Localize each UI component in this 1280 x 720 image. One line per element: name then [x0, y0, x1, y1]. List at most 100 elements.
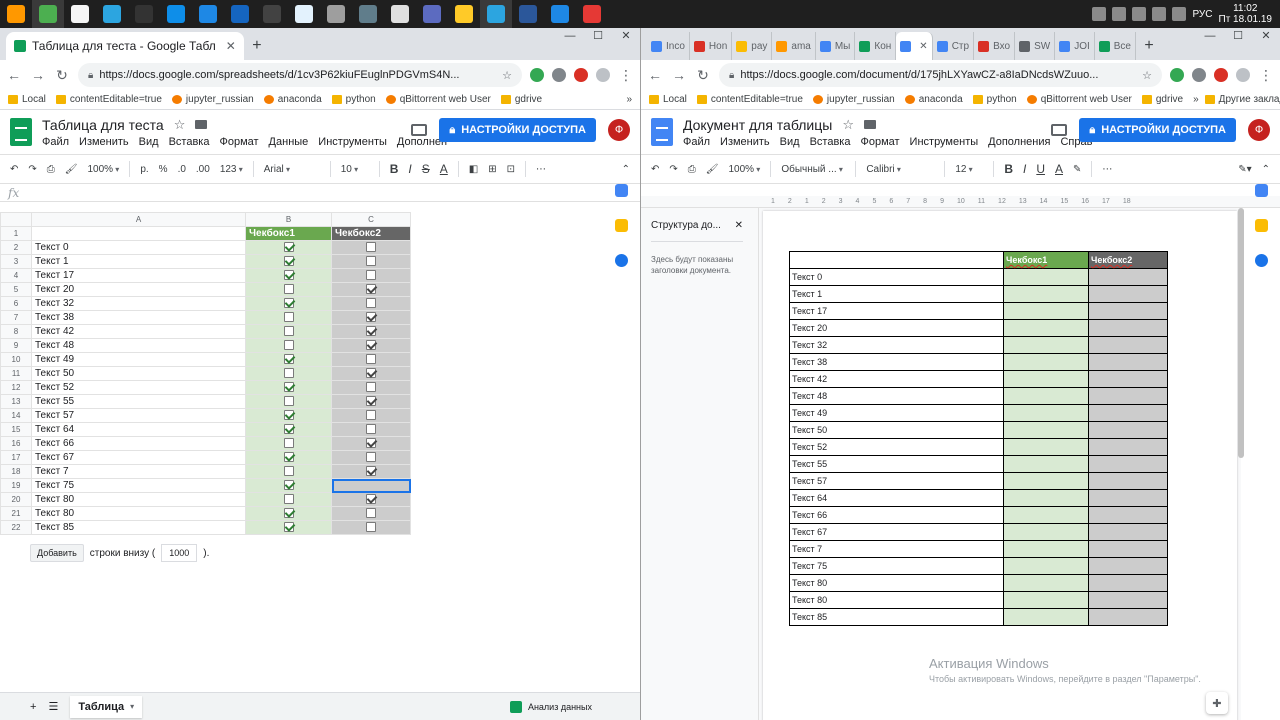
taskbar-clock[interactable]: 11:02 Пт 18.01.19	[1219, 3, 1272, 25]
style-select[interactable]: Обычный ...	[781, 164, 845, 175]
doc-text-cell[interactable]: Текст 0	[789, 268, 1004, 286]
currency-button[interactable]: р.	[140, 164, 148, 175]
zoom-select[interactable]: 100%	[728, 164, 760, 175]
browser-tab[interactable]: Кон	[855, 32, 897, 60]
row-number[interactable]: 7	[0, 310, 32, 325]
doc-checkbox1-cell[interactable]	[1003, 319, 1089, 337]
doc-checkbox1-cell[interactable]	[1003, 353, 1089, 371]
text-cell[interactable]: Текст 75	[31, 478, 246, 493]
bookmarks-overflow[interactable]: » Другие закладки	[1193, 94, 1280, 105]
checkbox1-cell[interactable]	[245, 254, 332, 269]
doc-checkbox2-cell[interactable]	[1088, 472, 1168, 490]
vertical-scrollbar[interactable]	[1238, 208, 1244, 458]
checkbox2-cell[interactable]	[331, 422, 411, 437]
text-cell[interactable]: Текст 7	[31, 464, 246, 479]
row-number[interactable]: 9	[0, 338, 32, 353]
extension-icon[interactable]	[1170, 68, 1184, 82]
menu-item[interactable]: Формат	[860, 136, 899, 148]
font-size-select[interactable]: 10	[341, 164, 369, 175]
chrome-menu-icon[interactable]: ⋮	[1258, 67, 1274, 84]
browser-tab[interactable]: Вхо	[974, 32, 1016, 60]
taskbar-app-button[interactable]	[384, 0, 416, 28]
tray-chevron-icon[interactable]	[1092, 7, 1107, 21]
doc-title[interactable]: Документ для таблицы	[683, 117, 832, 133]
browser-tab[interactable]: SW	[1015, 32, 1056, 60]
taskbar-app-button[interactable]	[32, 0, 64, 28]
sheet-tab[interactable]: Таблица ▾	[70, 695, 143, 718]
checkbox-unchecked[interactable]	[283, 466, 294, 477]
checkbox2-cell[interactable]	[331, 240, 411, 255]
browser-tab[interactable]: Hon	[690, 32, 733, 60]
text-cell[interactable]: Текст 67	[31, 450, 246, 465]
checkbox-checked[interactable]	[366, 494, 376, 505]
taskbar-app-button[interactable]	[192, 0, 224, 28]
back-icon[interactable]: ←	[6, 67, 22, 83]
close-window-button[interactable]: ✕	[612, 28, 640, 48]
doc-checkbox2-cell[interactable]	[1088, 506, 1168, 524]
bookmark-star-icon[interactable]: ☆	[1142, 69, 1152, 82]
more-button[interactable]: ⋯	[536, 164, 546, 175]
tray-app-icon[interactable]	[1132, 7, 1147, 21]
row-number[interactable]: 15	[0, 422, 32, 437]
row-number[interactable]: 19	[0, 478, 32, 493]
tab-sheets[interactable]: Таблица для теста - Google Табл ✕	[6, 32, 244, 60]
doc-checkbox2-cell[interactable]	[1088, 438, 1168, 456]
print-icon[interactable]: ⎙	[688, 164, 696, 175]
column-header[interactable]: C	[331, 212, 411, 227]
bookmark-item[interactable]: jupyter_russian	[812, 94, 895, 105]
bookmark-item[interactable]: gdrive	[500, 94, 542, 105]
doc-checkbox1-cell[interactable]	[1003, 540, 1089, 558]
checkbox1-cell[interactable]	[245, 338, 332, 353]
collapse-toolbar-icon[interactable]: ⌃	[622, 164, 630, 175]
row-number[interactable]: 13	[0, 394, 32, 409]
checkbox-unchecked[interactable]	[366, 270, 376, 281]
checkbox2-cell[interactable]	[331, 380, 411, 395]
tab-close-icon[interactable]: ✕	[919, 41, 927, 52]
checkbox-unchecked[interactable]	[366, 508, 376, 519]
tray-cloud-icon[interactable]	[1112, 7, 1127, 21]
text-cell[interactable]: Текст 48	[31, 338, 246, 353]
row-number[interactable]: 12	[0, 380, 32, 395]
menu-item[interactable]: Файл	[42, 136, 69, 148]
bookmark-item[interactable]: gdrive	[1141, 94, 1183, 105]
checkbox2-cell[interactable]	[331, 464, 411, 479]
doc-checkbox1-cell[interactable]	[1003, 285, 1089, 303]
tray-volume-icon[interactable]	[1172, 7, 1187, 21]
bookmark-item[interactable]: python	[972, 94, 1017, 105]
doc-checkbox2-cell[interactable]	[1088, 370, 1168, 388]
checkbox-checked[interactable]	[283, 452, 294, 463]
doc-checkbox1-cell[interactable]	[1003, 523, 1089, 541]
taskbar-app-button[interactable]	[160, 0, 192, 28]
text-cell[interactable]: Текст 52	[31, 380, 246, 395]
taskbar-app-button[interactable]	[0, 0, 32, 28]
row-number[interactable]: 2	[0, 240, 32, 255]
tasks-icon[interactable]	[615, 254, 628, 267]
checkbox-checked[interactable]	[283, 256, 294, 267]
text-cell[interactable]: Текст 0	[31, 240, 246, 255]
checkbox1-cell[interactable]	[245, 380, 332, 395]
menu-item[interactable]: Инструменты	[318, 136, 387, 148]
doc-checkbox1-cell[interactable]	[1003, 574, 1089, 592]
omnibox[interactable]: 🔒︎ https://docs.google.com/spreadsheets/…	[78, 63, 522, 87]
checkbox2-cell[interactable]	[331, 268, 411, 283]
checkbox-checked[interactable]	[366, 368, 376, 379]
checkbox2-cell[interactable]	[331, 408, 411, 423]
doc-checkbox1-cell[interactable]	[1003, 506, 1089, 524]
fill-color-icon[interactable]: ◧	[469, 164, 478, 175]
bookmark-item[interactable]: anaconda	[263, 94, 322, 105]
number-format-select[interactable]: 123	[220, 164, 243, 175]
checkbox1-cell[interactable]	[245, 352, 332, 367]
percent-button[interactable]: %	[159, 164, 168, 175]
checkbox1-cell[interactable]	[245, 268, 332, 283]
doc-checkbox2-cell[interactable]	[1088, 489, 1168, 507]
doc-text-cell[interactable]: Текст 1	[789, 285, 1004, 303]
paint-format-icon[interactable]: 🖌︎	[65, 164, 78, 175]
checkbox1-cell[interactable]	[245, 310, 332, 325]
doc-text-cell[interactable]: Текст 80	[789, 591, 1004, 609]
checkbox-checked[interactable]	[366, 396, 376, 407]
doc-checkbox1-cell[interactable]	[1003, 472, 1089, 490]
bookmark-item[interactable]: contentEditable=true	[696, 94, 803, 105]
text-cell[interactable]: Текст 42	[31, 324, 246, 339]
checkbox-checked[interactable]	[283, 522, 294, 533]
doc-text-cell[interactable]: Текст 32	[789, 336, 1004, 354]
